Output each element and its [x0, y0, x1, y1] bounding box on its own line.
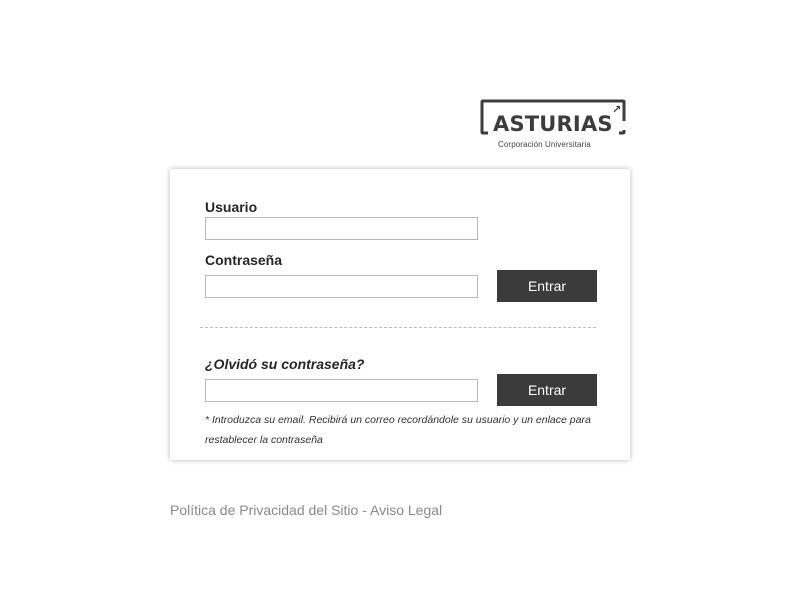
legal-notice-link[interactable]: Aviso Legal	[370, 502, 442, 518]
login-card: Usuario Contraseña Entrar ¿Olvidó su con…	[170, 169, 630, 460]
footer-separator: -	[358, 502, 370, 518]
username-label: Usuario	[205, 199, 258, 215]
password-label: Contraseña	[205, 252, 283, 268]
login-page: ASTURIAS ↗ Corporación Universitaria Usu…	[0, 0, 800, 600]
arrow-up-right-icon: ↗	[612, 104, 622, 116]
asturias-logo: ASTURIAS ↗ Corporación Universitaria	[480, 99, 630, 151]
logo-subtitle: Corporación Universitaria	[498, 140, 591, 149]
recovery-instructions: * Introduzca su email. Recibirá un corre…	[205, 414, 591, 446]
recovery-submit-button[interactable]: Entrar	[497, 374, 597, 406]
username-input[interactable]	[205, 217, 478, 240]
section-divider	[200, 327, 596, 328]
recovery-email-input[interactable]	[205, 379, 478, 402]
privacy-policy-link[interactable]: Política de Privacidad del Sitio	[170, 502, 358, 518]
password-input[interactable]	[205, 275, 478, 298]
login-submit-button[interactable]: Entrar	[497, 270, 597, 302]
logo-wordmark: ASTURIAS	[493, 112, 613, 136]
forgot-password-title: ¿Olvidó su contraseña?	[205, 356, 365, 372]
footer-links: Política de Privacidad del Sitio - Aviso…	[170, 502, 442, 518]
